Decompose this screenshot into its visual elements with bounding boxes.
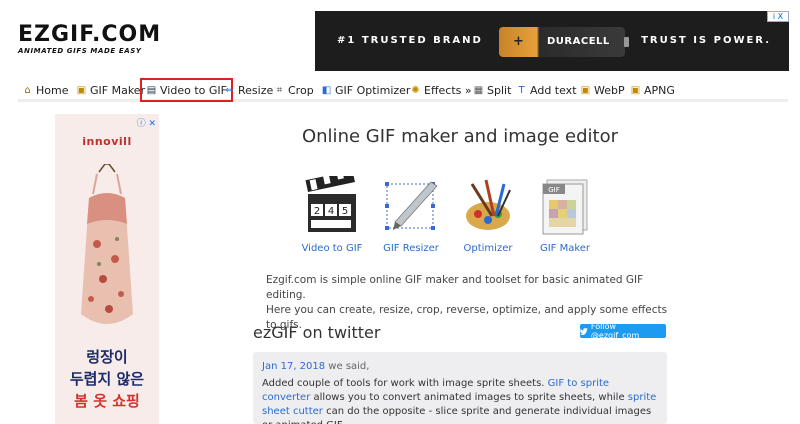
nav-label: Crop (288, 83, 314, 97)
nav-label: Split (487, 83, 512, 97)
tool-gif-maker[interactable]: GIF GIF Maker (520, 176, 610, 254)
site-logo[interactable]: EZGIF.COM ANIMATED GIFS MADE EASY (18, 22, 168, 56)
optimizer-icon: ◧ (321, 84, 332, 96)
tool-video-to-gif[interactable]: 2 4 5 Video to GIF (287, 168, 377, 254)
nav-item-crop[interactable]: ⌗ Crop (274, 81, 314, 99)
nav-item-effects[interactable]: ✺ Effects » (410, 81, 472, 99)
crop-icon: ⌗ (276, 84, 283, 96)
intro-line-1: Ezgif.com is simple online GIF maker and… (266, 274, 644, 301)
home-icon: ⌂ (24, 84, 31, 96)
side-ad-line-1: 렁장이 (86, 348, 128, 366)
nav-item-resize[interactable]: ⇔ Resize (224, 81, 273, 99)
page-title: Online GIF maker and image editor (301, 126, 618, 147)
clapperboard-icon: 2 4 5 (305, 168, 356, 232)
tweet-text: Added couple of tools for work with imag… (262, 378, 548, 389)
resizer-icon (385, 181, 438, 230)
nav-item-gif-maker[interactable]: ▣ GIF Maker (76, 81, 145, 99)
nav-item-split[interactable]: ▦ Split (473, 81, 512, 99)
nav-label: Home (36, 83, 69, 97)
nav-item-add-text[interactable]: T Add text (516, 81, 577, 99)
resize-icon: ⇔ (225, 84, 234, 96)
nav-label: GIF Optimizer (335, 83, 411, 97)
tool-label: Video to GIF (301, 243, 363, 254)
text-icon: T (518, 84, 525, 96)
nav-label: Add text (530, 83, 577, 97)
ad-brand: DURACELL (547, 36, 610, 47)
camisole-image (81, 164, 133, 324)
tweet-card: Jan 17, 2018 we said, Added couple of to… (253, 352, 667, 424)
battery-plus: + (513, 34, 524, 49)
tweet-text: allows you to convert animated images to… (310, 392, 628, 403)
nav-item-video-to-gif[interactable]: ▤ Video to GIF (140, 78, 233, 102)
nav-label: WebP (594, 83, 625, 97)
nav-label: GIF Maker (90, 83, 146, 97)
nav-label: APNG (644, 83, 675, 97)
ad-right-text: TRUST IS POWER. (641, 35, 771, 46)
paintbrushes-icon (466, 179, 511, 230)
nav-label: Video to GIF (160, 83, 227, 97)
apng-icon: ▣ (630, 84, 641, 96)
twitter-bird-icon (580, 327, 588, 335)
battery-icon: + DURACELL (499, 27, 629, 57)
battery-tip (624, 37, 629, 47)
nav-item-gif-optimizer[interactable]: ◧ GIF Optimizer (321, 81, 411, 99)
side-ad[interactable]: ⓘ ✕ innovill 렁장이 두렵지 않은 봄 옷 쇼핑 (55, 114, 159, 424)
top-banner-ad[interactable]: #1 TRUSTED BRAND + DURACELL TRUST IS POW… (315, 11, 789, 71)
ad-close-icon[interactable]: ⓘ ✕ (137, 116, 156, 129)
gif-icon: ▣ (76, 84, 87, 96)
clapper-digit: 4 (328, 206, 334, 217)
adchoices-icon[interactable]: i X (767, 11, 789, 22)
logo-tagline: ANIMATED GIFS MADE EASY (18, 47, 142, 55)
tweet-header: Jan 17, 2018 we said, (262, 361, 369, 372)
main-nav: ⌂ Home ▣ GIF Maker ▤ Video to GIF ⇔ Resi… (18, 78, 788, 102)
side-ad-line-2: 두렵지 않은 (69, 370, 145, 388)
follow-label: Follow @ezgif_com (590, 322, 640, 340)
logo-text: EZGIF.COM (18, 22, 162, 47)
nav-item-home[interactable]: ⌂ Home (22, 81, 68, 99)
nav-label: Resize (238, 83, 274, 97)
tweet-date-link[interactable]: Jan 17, 2018 (262, 361, 325, 372)
webp-icon: ▣ (580, 84, 591, 96)
nav-item-webp[interactable]: ▣ WebP (580, 81, 625, 99)
ad-left-text: #1 TRUSTED BRAND (337, 35, 483, 46)
twitter-heading: ezGIF on twitter (253, 323, 381, 342)
clapper-digit: 5 (342, 206, 348, 217)
tweet-body: Added couple of tools for work with imag… (262, 377, 660, 424)
nav-label: Effects » (424, 83, 472, 97)
gif-tag: GIF (548, 186, 560, 194)
tool-label: GIF Maker (539, 243, 591, 254)
split-icon: ▦ (473, 84, 484, 96)
tweet-said: we said, (325, 361, 370, 372)
twitter-follow-button[interactable]: Follow @ezgif_com (580, 322, 666, 340)
effects-icon: ✺ (411, 84, 420, 96)
film-icon: ▤ (146, 84, 157, 96)
clapper-digit: 2 (314, 206, 320, 217)
side-ad-brand: innovill (82, 135, 132, 148)
nav-item-apng[interactable]: ▣ APNG (630, 81, 675, 99)
gif-document-icon: GIF (542, 179, 588, 235)
side-ad-line-3: 봄 옷 쇼핑 (74, 392, 140, 410)
